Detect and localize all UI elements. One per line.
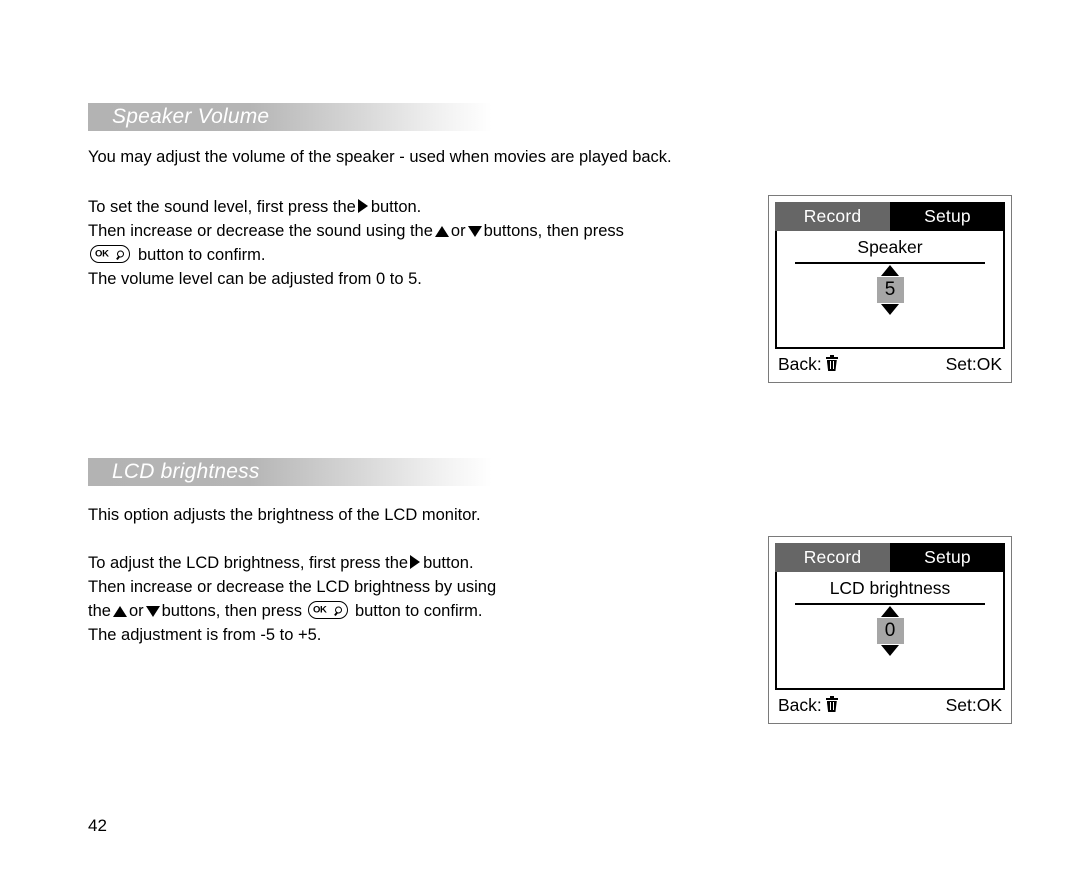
lcd-tab-setup[interactable]: Setup [890,543,1005,572]
instruction-line-4: The volume level can be adjusted from 0 … [88,270,422,288]
page-number: 42 [88,816,107,835]
lcd-footer-back[interactable]: Back: [778,354,838,375]
ok-button-icon-label: OK [95,248,109,260]
trash-icon [825,354,838,372]
instruction-line-1: To adjust the LCD brightness, first pres… [88,551,496,575]
speaker-volume-instructions: To set the sound level, first press the b… [88,195,624,291]
lcd-tab-bar: Record Setup [775,543,1005,572]
lcd-tab-record[interactable]: Record [775,543,890,572]
instruction-text: or [128,602,144,620]
lcd-tab-setup[interactable]: Setup [890,202,1005,231]
section-heading-speaker-volume: Speaker Volume [88,103,492,131]
section-heading-lcd-brightness: LCD brightness [88,458,492,486]
intro-line: This option adjusts the brightness of th… [88,506,481,524]
trash-icon [825,695,838,713]
instruction-text: Then increase or decrease the sound usin… [88,222,433,240]
lcd-mockup-brightness: Record Setup LCD brightness 0 Back: Set:… [768,536,1012,724]
instruction-text: button. [423,554,474,572]
instruction-text: buttons, then press [161,602,302,620]
instruction-text: To adjust the LCD brightness, first pres… [88,554,409,572]
right-arrow-icon [357,199,368,213]
instruction-line-2: Then increase or decrease the sound usin… [88,219,624,243]
ok-button-icon: OK [90,245,130,263]
lcd-footer-set-label: Set:OK [945,353,1002,374]
stepper-down-arrow-icon[interactable] [881,304,899,315]
ok-button-icon-label: OK [312,604,327,616]
lcd-brightness-instructions: To adjust the LCD brightness, first pres… [88,551,496,647]
lcd-value-stepper[interactable]: 5 [777,265,1003,315]
speaker-volume-intro-paragraph: You may adjust the volume of the speaker… [88,145,672,169]
lcd-footer-bar: Back: Set:OK [775,352,1005,376]
instruction-text: button to confirm. [138,246,266,264]
stepper-down-arrow-icon[interactable] [881,645,899,656]
lcd-setting-title: Speaker [857,237,923,257]
lcd-footer-bar: Back: Set:OK [775,693,1005,717]
down-arrow-icon [467,226,482,237]
lcd-value-stepper[interactable]: 0 [777,606,1003,656]
ok-button-icon: OK [307,601,348,619]
lcd-screen-area: Speaker 5 [775,231,1005,349]
stepper-up-arrow-icon[interactable] [881,265,899,276]
instruction-text: or [450,222,466,240]
section-heading-label: Speaker Volume [112,105,270,128]
lcd-footer-back-label: Back: [778,694,822,715]
lcd-tab-bar: Record Setup [775,202,1005,231]
instruction-line-1: To set the sound level, first press the b… [88,195,624,219]
instruction-line-2: Then increase or decrease the LCD bright… [88,578,497,596]
instruction-text: button. [370,198,422,216]
instruction-text: buttons, then press [483,222,624,240]
intro-line: You may adjust the volume of the speaker… [88,148,672,166]
instruction-text: button to confirm. [354,602,483,620]
magnifier-icon [333,605,344,615]
instruction-line-4: The adjustment is from -5 to +5. [88,626,322,644]
lcd-screen-area: LCD brightness 0 [775,572,1005,690]
lcd-footer-set-label: Set:OK [945,694,1002,715]
lcd-mockup-speaker: Record Setup Speaker 5 Back: Set:OK [768,195,1012,383]
instruction-line-3: the or buttons, then press OK button to conf… [88,599,496,623]
right-arrow-icon [410,555,421,569]
lcd-setting-title: LCD brightness [829,578,951,598]
section-heading-label: LCD brightness [112,460,260,483]
stepper-value: 0 [876,618,904,644]
lcd-brightness-intro-paragraph: This option adjusts the brightness of th… [88,503,481,527]
stepper-value: 5 [876,277,904,303]
lcd-footer-back-label: Back: [778,353,822,374]
up-arrow-icon [112,606,127,617]
lcd-tab-record[interactable]: Record [775,202,890,231]
instruction-text: To set the sound level, first press the [88,198,356,216]
down-arrow-icon [145,606,160,617]
instruction-line-3: OK button to confirm. [88,243,624,267]
stepper-up-arrow-icon[interactable] [881,606,899,617]
up-arrow-icon [434,226,449,237]
instruction-text: the [88,602,111,620]
magnifier-icon [115,249,126,259]
lcd-footer-back[interactable]: Back: [778,695,838,716]
